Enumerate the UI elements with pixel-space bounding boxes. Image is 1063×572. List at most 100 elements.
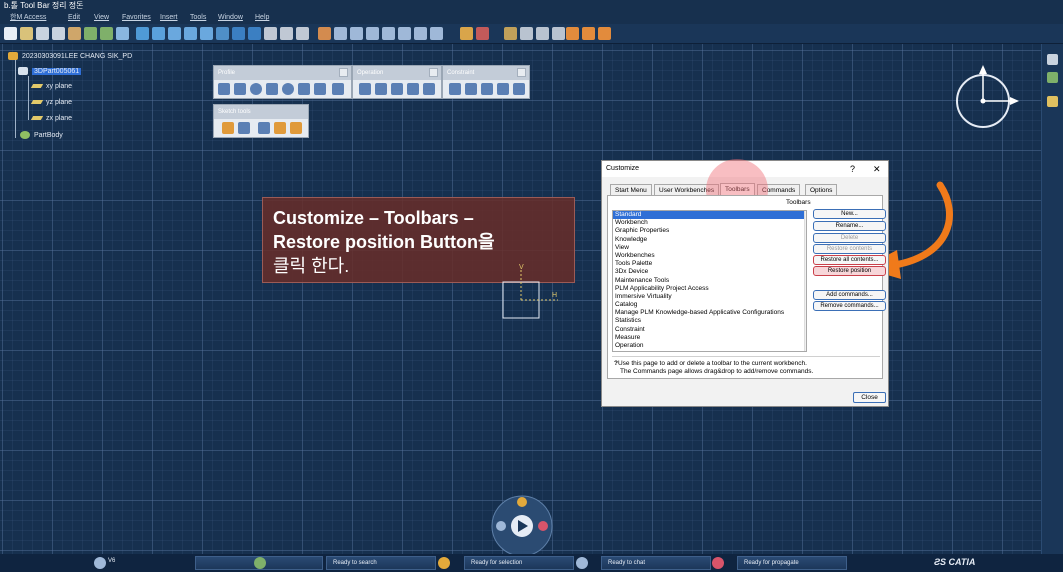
toolbar-list-item[interactable]: Immersive Virtuality [613, 293, 806, 301]
auto-constraint-icon[interactable] [481, 83, 493, 95]
scroll-thumb[interactable] [806, 220, 807, 290]
apply-material-icon[interactable] [520, 27, 533, 40]
profile-icon[interactable] [218, 83, 230, 95]
hide-show-icon[interactable] [264, 27, 277, 40]
remove-commands-button[interactable]: Remove commands... [813, 301, 886, 311]
toolbar-list-item[interactable]: Operation [613, 342, 806, 350]
chat-status[interactable]: Ready to chat [601, 556, 711, 570]
point-icon[interactable] [332, 83, 344, 95]
chat-icon[interactable] [576, 557, 588, 569]
menu-help[interactable]: Help [255, 12, 269, 24]
help-button[interactable]: ? [850, 161, 855, 177]
tab-start-menu[interactable]: Start Menu [610, 184, 652, 195]
menu-insert[interactable]: Insert [160, 12, 178, 24]
update-icon[interactable] [1047, 72, 1058, 83]
publish-icon[interactable] [536, 27, 549, 40]
animate-constraint-icon[interactable] [497, 83, 509, 95]
rib-icon[interactable] [414, 27, 427, 40]
restore-contents-button[interactable]: Restore contents [813, 244, 886, 254]
cloud-icon[interactable] [496, 521, 506, 531]
grid-icon[interactable] [222, 122, 234, 134]
restore-position-button[interactable]: Restore position [813, 266, 886, 276]
knowledge-icon[interactable] [566, 27, 579, 40]
propagate-status[interactable]: Ready for propagate [737, 556, 847, 570]
tab-options[interactable]: Options [805, 184, 838, 195]
toolbar-list-item[interactable]: Constraint [613, 326, 806, 334]
close-icon[interactable] [339, 68, 348, 77]
undo-icon[interactable] [84, 27, 97, 40]
corner-icon[interactable] [359, 83, 371, 95]
chamfer-icon[interactable] [375, 83, 387, 95]
slot-icon[interactable] [430, 27, 443, 40]
dialog-close-icon[interactable]: ✕ [873, 161, 881, 177]
rename-button[interactable]: Rename... [813, 221, 886, 231]
toolbar-list-item[interactable]: PLM Applicability Project Access [613, 285, 806, 293]
pad-icon[interactable] [334, 27, 347, 40]
constraint-toolbar[interactable]: Constraint [442, 65, 530, 99]
zoom-in-icon[interactable] [184, 27, 197, 40]
rule-icon[interactable] [598, 27, 611, 40]
render-style-icon[interactable] [296, 27, 309, 40]
constraint-icon[interactable] [476, 27, 489, 40]
toolbar-list-item[interactable]: Graphic Properties [613, 227, 806, 235]
delete-button[interactable]: Delete [813, 233, 886, 243]
tree-item-partbody[interactable]: PartBody [20, 131, 63, 139]
new-icon[interactable] [4, 27, 17, 40]
close-button[interactable]: Close [853, 392, 886, 403]
toolbar-list-item[interactable]: Manage PLM Knowledge-based Applicative C… [613, 309, 806, 317]
tree-item-yz-plane[interactable]: yz plane [30, 99, 72, 106]
add-commands-button[interactable]: Add commands... [813, 290, 886, 300]
sketch-tools-toolbar[interactable]: Sketch tools [213, 104, 309, 138]
redo-icon[interactable] [100, 27, 113, 40]
line-icon[interactable] [298, 83, 310, 95]
edit-multi-constraint-icon[interactable] [513, 83, 525, 95]
save-icon[interactable] [552, 27, 565, 40]
menu-tools[interactable]: Tools [190, 12, 206, 24]
formula-icon[interactable] [582, 27, 595, 40]
constraint-icon[interactable] [465, 83, 477, 95]
circle-icon[interactable] [250, 83, 262, 95]
tree-item-xy-plane[interactable]: xy plane [30, 83, 72, 90]
toolbar-list-item[interactable]: Statistics [613, 317, 806, 325]
menu-view[interactable]: View [94, 12, 109, 24]
menu-window[interactable]: Window [218, 12, 243, 24]
paste-icon[interactable] [68, 27, 81, 40]
globe-icon[interactable] [254, 557, 266, 569]
shaft-icon[interactable] [366, 27, 379, 40]
navigation-widget[interactable] [488, 492, 556, 556]
constraint-dialog-icon[interactable] [449, 83, 461, 95]
project-icon[interactable] [423, 83, 435, 95]
trim-icon[interactable] [391, 83, 403, 95]
open-icon[interactable] [20, 27, 33, 40]
cut-icon[interactable] [36, 27, 49, 40]
analysis-icon[interactable] [504, 27, 517, 40]
selection-icon[interactable] [438, 557, 450, 569]
axis-icon[interactable] [314, 83, 326, 95]
ellipse-icon[interactable] [282, 83, 294, 95]
propagate-icon[interactable] [712, 557, 724, 569]
toolbar-list-item[interactable]: Catalog [613, 301, 806, 309]
toolbar-list-item[interactable]: Workbench [613, 219, 806, 227]
tree-root[interactable]: 20230303091LEE CHANG SIK_PD [8, 52, 132, 60]
rectangle-icon[interactable] [234, 83, 246, 95]
measure-icon[interactable] [460, 27, 473, 40]
hole-icon[interactable] [398, 27, 411, 40]
select-icon[interactable] [1047, 96, 1058, 107]
dimensional-constraint-icon[interactable] [290, 122, 302, 134]
toolbar-list-item[interactable]: View [613, 244, 806, 252]
toolbar-list-item[interactable]: Tools Palette [613, 260, 806, 268]
close-icon[interactable] [429, 68, 438, 77]
toolbar-list-item[interactable]: Maintenance Tools [613, 277, 806, 285]
geometric-constraint-icon[interactable] [274, 122, 286, 134]
list-scrollbar[interactable] [804, 211, 807, 351]
pan-icon[interactable] [152, 27, 165, 40]
close-icon[interactable] [517, 68, 526, 77]
toolbar-list-item[interactable]: Workbenches [613, 252, 806, 260]
tree-item-zx-plane[interactable]: zx plane [30, 115, 72, 122]
pocket-icon[interactable] [350, 27, 363, 40]
fit-all-icon[interactable] [136, 27, 149, 40]
spline-icon[interactable] [266, 83, 278, 95]
exit-sketch-icon[interactable] [1047, 54, 1058, 65]
toolbar-list[interactable]: Standard Workbench Graphic Properties Knowl… [612, 210, 807, 352]
mirror-icon[interactable] [407, 83, 419, 95]
